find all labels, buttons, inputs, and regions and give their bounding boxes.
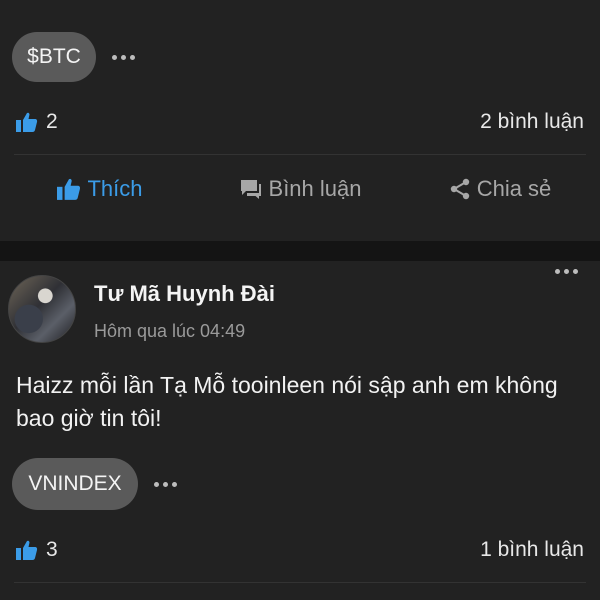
post-card-1: $BTC 2 2 bình luận Thích Bình luận Chia … bbox=[0, 0, 600, 241]
post-time: Hôm qua lúc 04:49 bbox=[94, 321, 246, 341]
thumbs-up-icon bbox=[57, 178, 81, 200]
tag-btc[interactable]: $BTC bbox=[12, 32, 96, 82]
share-icon bbox=[450, 178, 469, 200]
post-2-tag-row: VNINDEX bbox=[0, 458, 600, 510]
share-button[interactable]: Chia sẻ bbox=[400, 176, 600, 202]
avatar[interactable] bbox=[8, 275, 76, 343]
tag-label: VNINDEX bbox=[28, 472, 122, 495]
like-count[interactable]: 3 bbox=[16, 538, 58, 562]
thumbs-up-icon bbox=[16, 112, 38, 132]
like-button[interactable]: Thích bbox=[0, 176, 200, 202]
like-count[interactable]: 2 bbox=[16, 110, 58, 134]
author-block: Tư Mã Huynh Đài Hôm qua lúc 04:49 bbox=[94, 281, 275, 343]
tag-more-icon[interactable] bbox=[154, 481, 177, 487]
divider bbox=[14, 582, 586, 583]
post-2-header: Tư Mã Huynh Đài Hôm qua lúc 04:49 bbox=[0, 261, 600, 343]
post-1-tag-row: $BTC bbox=[0, 0, 600, 82]
like-count-value: 3 bbox=[46, 538, 58, 561]
thumbs-up-icon bbox=[16, 540, 38, 560]
comment-label: Bình luận bbox=[268, 176, 362, 201]
author-name[interactable]: Tư Mã Huynh Đài bbox=[94, 281, 275, 307]
tag-vnindex[interactable]: VNINDEX bbox=[12, 458, 138, 510]
post-separator bbox=[0, 241, 600, 261]
tag-more-icon[interactable] bbox=[112, 54, 135, 60]
post-more-icon[interactable] bbox=[555, 269, 578, 274]
tag-label: $BTC bbox=[27, 45, 81, 68]
like-count-value: 2 bbox=[46, 110, 58, 133]
post-content: Haizz mỗi lần Tạ Mỗ tooinleen nói sập an… bbox=[16, 372, 558, 431]
comment-button[interactable]: Bình luận bbox=[200, 176, 400, 202]
comment-icon bbox=[240, 180, 261, 199]
post-card-2: Tư Mã Huynh Đài Hôm qua lúc 04:49 Haizz … bbox=[0, 261, 600, 600]
post-2-stats: 3 1 bình luận bbox=[0, 530, 600, 570]
like-label: Thích bbox=[87, 176, 143, 201]
post-1-stats: 2 2 bình luận bbox=[0, 102, 600, 142]
share-label: Chia sẻ bbox=[476, 176, 552, 201]
comment-count[interactable]: 2 bình luận bbox=[480, 110, 584, 134]
comment-count[interactable]: 1 bình luận bbox=[480, 538, 584, 562]
post-1-actions: Thích Bình luận Chia sẻ bbox=[0, 155, 600, 223]
